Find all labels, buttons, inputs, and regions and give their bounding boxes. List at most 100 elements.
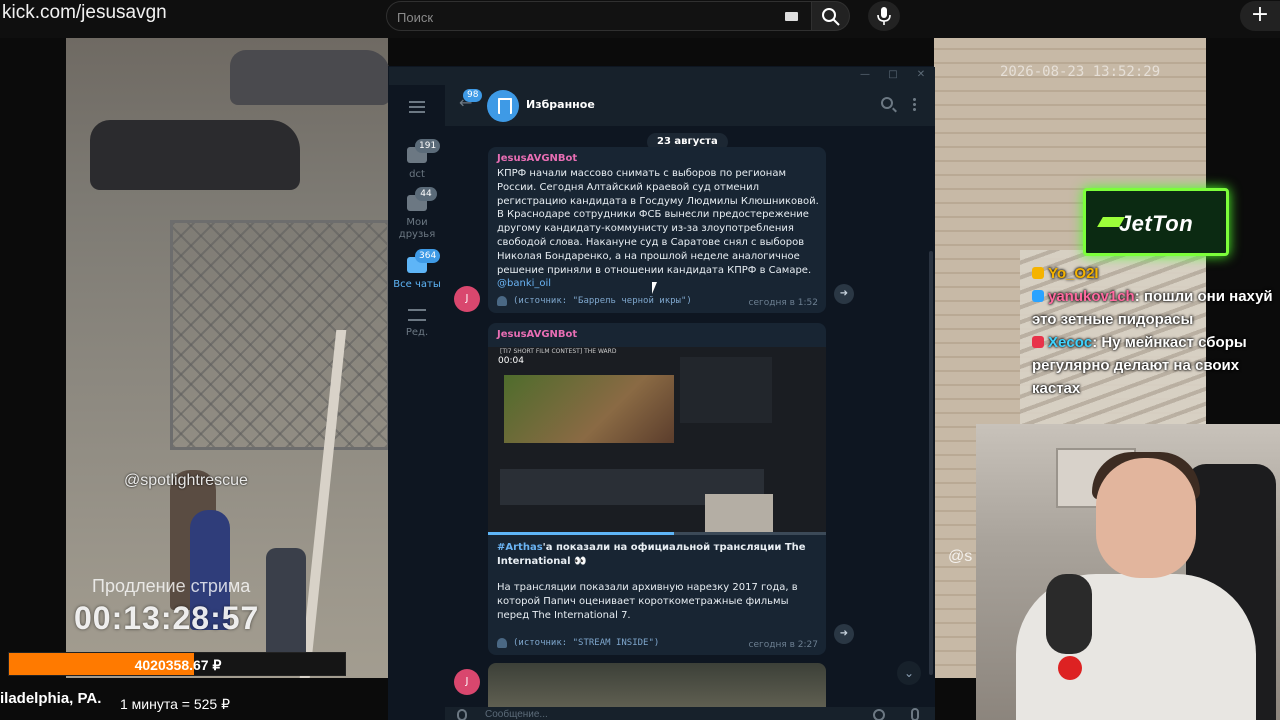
chat-badge-icon bbox=[1032, 290, 1044, 302]
chat-header: ← 98 Избранное bbox=[445, 85, 935, 127]
stream-chat-overlay: Yo_O2I yanukov1ch: пошли они нахуй это з… bbox=[1032, 262, 1280, 400]
compose-bar bbox=[445, 707, 935, 720]
message-text: КПРФ начали массово снимать с выборов по… bbox=[497, 167, 819, 291]
rate-label: 1 минута = 525 ₽ bbox=[120, 696, 231, 712]
search-icon[interactable] bbox=[881, 97, 893, 109]
menu-icon[interactable] bbox=[409, 101, 425, 113]
window-titlebar: — □ ✕ bbox=[389, 67, 935, 85]
video-frame bbox=[504, 375, 674, 443]
extension-timer: 00:13:28:57 bbox=[74, 600, 260, 636]
parked-car bbox=[230, 50, 390, 105]
message-input[interactable] bbox=[485, 707, 845, 720]
scroll-down-button[interactable]: ⌄ bbox=[897, 661, 921, 685]
unread-badge: 364 bbox=[415, 249, 441, 263]
message-headline-text: 'а показали на официальной трансляции Th… bbox=[497, 542, 806, 567]
video-duration: 00:04 bbox=[498, 356, 524, 366]
search-icon bbox=[822, 8, 840, 26]
chat-username: yanukov1ch bbox=[1048, 288, 1135, 305]
video-attachment[interactable]: [TI7 SHORT FILM CONTEST] THE WARD 00:04 bbox=[488, 347, 826, 535]
mouse-cursor-icon bbox=[652, 282, 662, 294]
folder-label: Ред. bbox=[405, 327, 429, 338]
voice-search-button[interactable] bbox=[868, 1, 900, 31]
folder-label: dct bbox=[409, 169, 425, 180]
close-button[interactable]: ✕ bbox=[915, 69, 927, 81]
message-list[interactable]: 23 августа JesusAVGNBot КПРФ начали масс… bbox=[445, 127, 935, 720]
message-text: На трансляции показали архивную нарезку … bbox=[497, 582, 798, 621]
browser-topbar: kick.com/jesusavgn + bbox=[0, 0, 1280, 38]
chat-message: Yo_O2I bbox=[1032, 262, 1280, 285]
location-label: iladelphia, PA. bbox=[0, 690, 102, 707]
video-title: [TI7 SHORT FILM CONTEST] THE WARD bbox=[500, 348, 617, 355]
message-link[interactable]: @banki_oil bbox=[497, 278, 551, 289]
folder-label: Все чаты bbox=[393, 279, 441, 290]
message-source: (источник: "STREAM INSIDE") bbox=[513, 638, 660, 648]
folder-all-chats[interactable]: 364 Все чаты bbox=[389, 249, 445, 291]
message-hashtag[interactable]: #Arthas bbox=[497, 542, 543, 553]
paperclip-icon[interactable] bbox=[457, 709, 467, 720]
message-source: (источник: "Баррель черной икры") bbox=[513, 296, 692, 306]
microphone-logo-icon bbox=[1058, 656, 1082, 680]
chat-title[interactable]: Избранное bbox=[526, 98, 595, 111]
unread-badge: 44 bbox=[415, 187, 437, 201]
microphone bbox=[1046, 574, 1092, 654]
message-time: сегодня в 1:52 bbox=[748, 298, 818, 308]
search-button[interactable] bbox=[812, 1, 850, 31]
chat-username: Xecoc bbox=[1048, 334, 1093, 351]
forward-button[interactable]: ➜ bbox=[834, 624, 854, 644]
keyboard-icon[interactable] bbox=[785, 12, 798, 21]
maximize-button[interactable]: □ bbox=[887, 69, 899, 81]
source-handle: @spotlightrescue bbox=[124, 472, 248, 489]
message-text-body: КПРФ начали массово снимать с выборов по… bbox=[497, 168, 819, 276]
message-headline: #Arthas'а показали на официальной трансл… bbox=[497, 541, 819, 569]
unread-badge: 98 bbox=[463, 89, 483, 102]
sender-avatar[interactable]: J bbox=[454, 669, 480, 695]
jetton-logo: JetTon bbox=[1083, 188, 1229, 256]
chat-message: yanukov1ch: пошли они нахуй это зетные п… bbox=[1032, 285, 1280, 331]
message-sender[interactable]: JesusAVGNBot bbox=[497, 329, 577, 340]
forward-button[interactable]: ➜ bbox=[834, 284, 854, 304]
microphone-icon bbox=[877, 7, 891, 25]
create-button[interactable]: + bbox=[1240, 1, 1280, 31]
chain-fence bbox=[170, 220, 390, 450]
microphone-icon[interactable] bbox=[911, 708, 919, 720]
message-sender[interactable]: JesusAVGNBot bbox=[497, 153, 577, 164]
sliders-icon bbox=[408, 309, 426, 321]
message-bubble[interactable]: JesusAVGNBot [TI7 SHORT FILM CONTEST] TH… bbox=[488, 323, 826, 655]
streamer-webcam bbox=[976, 424, 1280, 720]
trash-bin bbox=[266, 548, 306, 658]
folder-friends[interactable]: 44 Мои друзья bbox=[389, 187, 445, 241]
folder-sidebar: 191 dct 44 Мои друзья 364 Все чаты Ред. bbox=[389, 85, 445, 720]
unread-badge: 191 bbox=[415, 139, 441, 153]
sender-avatar[interactable]: J bbox=[454, 286, 480, 312]
streamer-head bbox=[1096, 458, 1196, 578]
chat-badge-icon bbox=[1032, 267, 1044, 279]
emoji-icon[interactable] bbox=[873, 709, 885, 720]
extension-label: Продление стрима bbox=[92, 576, 251, 596]
donation-amount: 4020358.67 ₽ bbox=[134, 657, 222, 673]
more-vert-icon[interactable] bbox=[913, 97, 916, 111]
search-box[interactable] bbox=[386, 1, 812, 31]
video-timestamp: 2026-08-23 13:52:29 bbox=[1000, 64, 1161, 80]
minimize-button[interactable]: — bbox=[859, 69, 871, 81]
url-text: kick.com/jesusavgn bbox=[2, 2, 167, 23]
search-input[interactable] bbox=[397, 7, 767, 27]
chat-username: Yo_O2I bbox=[1048, 265, 1099, 282]
video-progress-bar[interactable] bbox=[488, 532, 826, 535]
chat-badge-icon bbox=[1032, 336, 1044, 348]
folder-dct[interactable]: 191 dct bbox=[389, 139, 445, 181]
parked-car bbox=[90, 120, 300, 190]
message-time: сегодня в 2:27 bbox=[748, 640, 818, 650]
author-icon bbox=[497, 638, 507, 648]
source-handle-right: @s bbox=[948, 548, 973, 565]
telegram-window: — □ ✕ 191 dct 44 Мои друзья 364 Все чаты bbox=[388, 66, 935, 720]
video-frame-webcam bbox=[705, 494, 773, 532]
stream-screen: kick.com/jesusavgn + 2026-08-23 13:5 bbox=[0, 0, 1280, 720]
chat-scrollbar[interactable] bbox=[929, 251, 933, 675]
video-progress-fill bbox=[488, 532, 674, 535]
folder-edit[interactable]: Ред. bbox=[389, 309, 445, 339]
jetton-logo-text: JetTon bbox=[1118, 211, 1194, 236]
video-frame-panel bbox=[680, 357, 772, 423]
bookmark-icon[interactable] bbox=[487, 90, 519, 122]
donation-progress-bar: 4020358.67 ₽ bbox=[8, 652, 346, 676]
chat-message: Xecoc: Ну мейнкаст сборы регулярно делаю… bbox=[1032, 331, 1280, 400]
